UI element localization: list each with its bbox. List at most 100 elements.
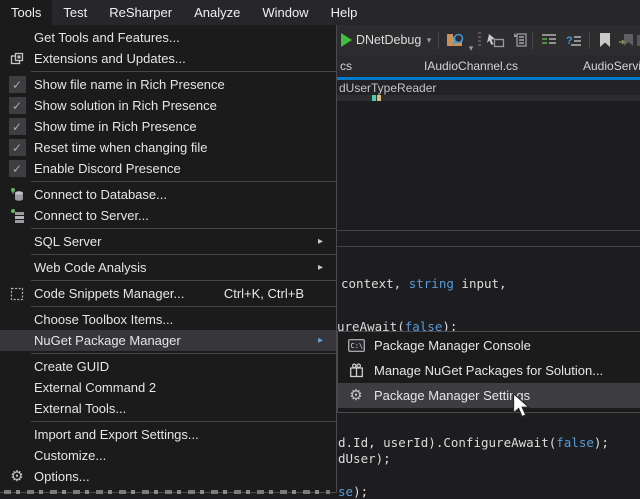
menubar-item-analyze[interactable]: Analyze (183, 0, 251, 25)
menu-item-label: Create GUID (34, 359, 318, 374)
run-config-label[interactable]: DNetDebug (356, 25, 421, 55)
check-icon: ✓ (9, 76, 26, 93)
menu-item-show-file-name-in-rich-presence[interactable]: ✓ Show file name in Rich Presence (0, 74, 336, 95)
check-icon: ✓ (9, 118, 26, 135)
run-config-dropdown[interactable]: ▾ (423, 25, 435, 55)
submenu-arrow-icon: ▸ (318, 236, 336, 247)
menu-item-label: SQL Server (34, 234, 318, 249)
menu-item-extensions-and-updates[interactable]: Extensions and Updates... (0, 48, 336, 69)
menu-item-package-manager-settings[interactable]: ⚙Package Manager Settings (338, 383, 640, 408)
menu-item-reset-time-when-changing-file[interactable]: ✓Reset time when changing file (0, 137, 336, 158)
indent-button[interactable] (538, 25, 560, 55)
menu-item-label: Customize... (34, 448, 318, 463)
menu-separator (31, 228, 336, 229)
menu-item-code-snippets-manager[interactable]: Code Snippets Manager...Ctrl+K, Ctrl+B (0, 283, 336, 304)
menu-item-connect-to-server[interactable]: Connect to Server... (0, 205, 336, 226)
menu-separator (31, 181, 336, 182)
tab-cs[interactable]: cs (340, 55, 352, 77)
mouse-cursor (512, 392, 532, 420)
svg-text:C:\: C:\ (350, 342, 363, 350)
chevron-down-icon: ▾ (427, 35, 432, 46)
menu-item-import-and-export-settings[interactable]: Import and Export Settings... (0, 424, 336, 445)
menu-item-gutter (0, 52, 34, 65)
menu-item-options[interactable]: ⚙ Options... (0, 466, 336, 487)
menu-item-gutter: ⚙ (338, 388, 374, 403)
code-line: context, string input, (341, 277, 507, 291)
current-line-highlight (330, 230, 640, 247)
snippets-icon (10, 287, 24, 301)
copy-document-icon (510, 32, 528, 48)
comment-help-button[interactable]: ? (563, 25, 585, 55)
navigate-backward-button[interactable] (485, 25, 507, 55)
server-icon (10, 208, 25, 223)
grip-dots-icon (478, 32, 481, 48)
tab-audioservice-cs[interactable]: AudioService.cs (583, 55, 640, 77)
menu-item-external-command-2[interactable]: External Command 2 (0, 377, 336, 398)
tools-menu: Get Tools and Features... Extensions and … (0, 25, 337, 493)
menu-item-get-tools-and-features[interactable]: Get Tools and Features... (0, 27, 336, 48)
tab-iaudiochannel-cs[interactable]: IAudioChannel.cs (424, 55, 518, 77)
menu-item-label: Manage NuGet Packages for Solution... (374, 363, 623, 378)
menu-item-gutter: C:\ (338, 339, 374, 352)
menu-item-connect-to-database[interactable]: Connect to Database... (0, 184, 336, 205)
menu-item-gutter (0, 187, 34, 202)
menu-item-label: External Command 2 (34, 380, 318, 395)
menu-separator (31, 353, 336, 354)
question-lines-icon: ? (565, 33, 583, 48)
prev-bookmark-button[interactable] (616, 25, 636, 55)
menu-item-gutter: ✓ (0, 97, 34, 114)
bookmark-arrow-icon (618, 33, 634, 48)
toolbar-separator (589, 32, 590, 49)
menu-item-web-code-analysis[interactable]: Web Code Analysis▸ (0, 257, 336, 278)
clipped-code-line (4, 490, 330, 494)
menu-item-create-guid[interactable]: Create GUID (0, 356, 336, 377)
menu-item-manage-nuget-packages-for-solution[interactable]: Manage NuGet Packages for Solution... (338, 358, 640, 383)
menu-item-label: Show time in Rich Presence (34, 119, 318, 134)
menubar-item-test[interactable]: Test (52, 0, 98, 25)
menu-separator (31, 71, 336, 72)
menubar-item-tools[interactable]: Tools (0, 0, 52, 25)
menu-item-label: NuGet Package Manager (34, 333, 318, 348)
toolbar-grip[interactable] (477, 25, 482, 55)
check-icon: ✓ (9, 139, 26, 156)
breadcrumb-class-name: dUserTypeReader (339, 81, 436, 95)
check-icon: ✓ (9, 160, 26, 177)
menubar-item-help[interactable]: Help (320, 0, 369, 25)
menu-item-shortcut: Ctrl+K, Ctrl+B (224, 286, 304, 301)
database-icon (10, 187, 25, 202)
find-in-files-button[interactable] (444, 25, 466, 55)
menu-separator (31, 254, 336, 255)
code-line: d.Id, userId).ConfigureAwait(false); (338, 436, 609, 450)
menu-item-label: Get Tools and Features... (34, 30, 318, 45)
menu-item-customize[interactable]: Customize... (0, 445, 336, 466)
menu-item-label: Code Snippets Manager... (34, 286, 224, 301)
menu-item-label: Connect to Database... (34, 187, 318, 202)
bookmark-button[interactable] (595, 25, 615, 55)
code-segment: context, (341, 276, 409, 291)
menu-item-sql-server[interactable]: SQL Server▸ (0, 231, 336, 252)
copy-lines-button[interactable] (508, 25, 530, 55)
toolbar-separator (532, 32, 533, 49)
menubar-item-resharper[interactable]: ReSharper (98, 0, 183, 25)
submenu-arrow-icon: ▸ (318, 262, 336, 273)
package-icon (349, 363, 364, 378)
console-icon: C:\ (348, 339, 365, 352)
menu-item-label: Show solution in Rich Presence (34, 98, 318, 113)
bookmark-icon (598, 32, 612, 48)
menu-item-label: Show file name in Rich Presence (34, 77, 318, 92)
menu-item-label: Options... (34, 469, 318, 484)
menu-item-package-manager-console[interactable]: C:\Package Manager Console (338, 333, 640, 358)
menu-item-enable-discord-presence[interactable]: ✓Enable Discord Presence (0, 158, 336, 179)
toolbar-separator (438, 32, 439, 49)
indent-lines-icon (540, 33, 558, 47)
menu-item-external-tools[interactable]: External Tools... (0, 398, 336, 419)
gear-icon: ⚙ (10, 469, 23, 484)
menu-item-gutter: ✓ (0, 76, 34, 93)
menu-item-nuget-package-manager[interactable]: NuGet Package Manager▸ (0, 330, 336, 351)
run-button[interactable] (338, 25, 354, 55)
menu-item-choose-toolbox-items[interactable]: Choose Toolbox Items... (0, 309, 336, 330)
menu-item-show-solution-in-rich-presence[interactable]: ✓Show solution in Rich Presence (0, 95, 336, 116)
menu-item-show-time-in-rich-presence[interactable]: ✓ Show time in Rich Presence (0, 116, 336, 137)
menubar-item-window[interactable]: Window (251, 0, 319, 25)
member-glyph-icon (372, 95, 381, 101)
